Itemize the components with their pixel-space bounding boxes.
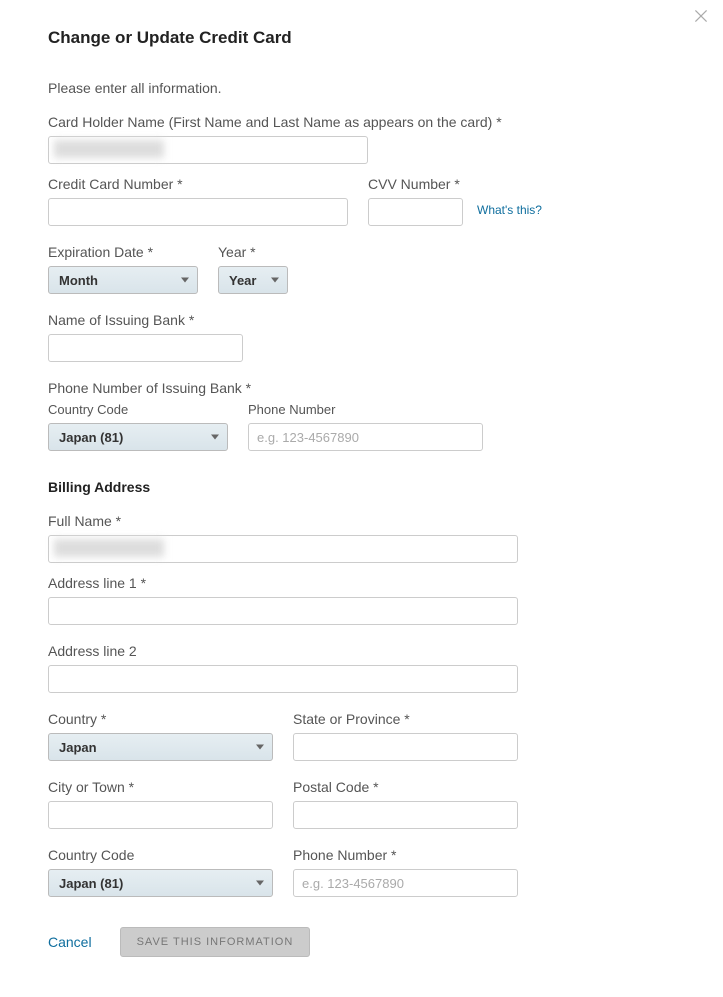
fullname-label: Full Name * <box>48 513 675 529</box>
year-select-value: Year <box>229 273 256 288</box>
bank-phone-input[interactable] <box>248 423 483 451</box>
intro-text: Please enter all information. <box>48 80 675 96</box>
country-select-value: Japan <box>59 740 97 755</box>
bank-phone-label: Phone Number of Issuing Bank * <box>48 380 675 396</box>
cancel-button[interactable]: Cancel <box>48 934 92 950</box>
country-select[interactable]: Japan <box>48 733 273 761</box>
page-title: Change or Update Credit Card <box>48 28 675 48</box>
chevron-down-icon <box>211 435 219 440</box>
whats-this-link[interactable]: What's this? <box>477 203 542 217</box>
year-select[interactable]: Year <box>218 266 288 294</box>
cvv-label: CVV Number * <box>368 176 463 192</box>
chevron-down-icon <box>271 278 279 283</box>
bank-cc-label: Country Code <box>48 402 228 417</box>
bank-name-input[interactable] <box>48 334 243 362</box>
chevron-down-icon <box>181 278 189 283</box>
expiration-label: Expiration Date * <box>48 244 198 260</box>
addr1-input[interactable] <box>48 597 518 625</box>
country-label: Country * <box>48 711 273 727</box>
billing-phone-input[interactable] <box>293 869 518 897</box>
billing-cc-label: Country Code <box>48 847 273 863</box>
card-holder-label: Card Holder Name (First Name and Last Na… <box>48 114 675 130</box>
addr1-label: Address line 1 * <box>48 575 675 591</box>
card-number-input[interactable] <box>48 198 348 226</box>
card-number-label: Credit Card Number * <box>48 176 348 192</box>
chevron-down-icon <box>256 881 264 886</box>
city-input[interactable] <box>48 801 273 829</box>
postal-label: Postal Code * <box>293 779 518 795</box>
save-button[interactable]: SAVE THIS INFORMATION <box>120 927 311 957</box>
billing-cc-select[interactable]: Japan (81) <box>48 869 273 897</box>
city-label: City or Town * <box>48 779 273 795</box>
chevron-down-icon <box>256 745 264 750</box>
addr2-input[interactable] <box>48 665 518 693</box>
bank-phone-sublabel: Phone Number <box>248 402 483 417</box>
month-select-value: Month <box>59 273 98 288</box>
postal-input[interactable] <box>293 801 518 829</box>
state-label: State or Province * <box>293 711 518 727</box>
fullname-input[interactable] <box>48 535 518 563</box>
cvv-input[interactable] <box>368 198 463 226</box>
state-input[interactable] <box>293 733 518 761</box>
billing-heading: Billing Address <box>48 479 675 495</box>
close-icon[interactable] <box>693 8 713 28</box>
addr2-label: Address line 2 <box>48 643 675 659</box>
year-label: Year * <box>218 244 288 260</box>
bank-cc-value: Japan (81) <box>59 430 123 445</box>
billing-phone-label: Phone Number * <box>293 847 518 863</box>
card-holder-input[interactable] <box>48 136 368 164</box>
billing-cc-value: Japan (81) <box>59 876 123 891</box>
month-select[interactable]: Month <box>48 266 198 294</box>
bank-cc-select[interactable]: Japan (81) <box>48 423 228 451</box>
bank-name-label: Name of Issuing Bank * <box>48 312 675 328</box>
